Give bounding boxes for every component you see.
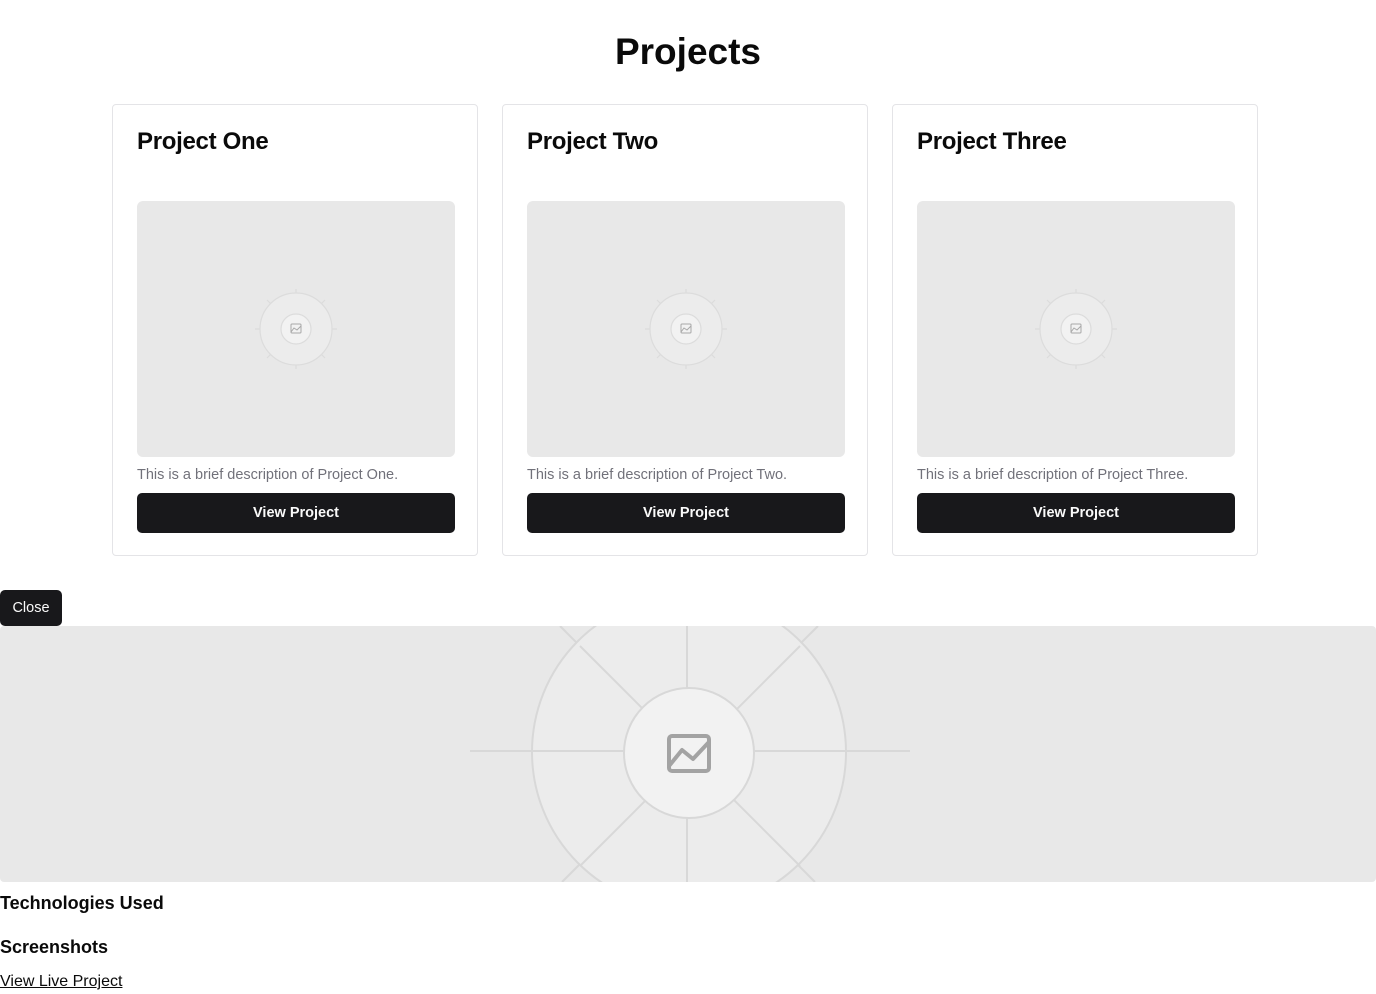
view-live-project-link[interactable]: View Live Project	[0, 971, 122, 993]
close-button[interactable]: Close	[0, 590, 62, 626]
project-card-description: This is a brief description of Project T…	[917, 467, 1189, 483]
project-card-title: Project Two	[527, 128, 658, 155]
image-placeholder-icon	[645, 289, 727, 369]
project-card-image	[137, 201, 455, 457]
project-card: Project One This is a brief description …	[112, 104, 478, 556]
project-card: Project Three This is a brief descriptio…	[892, 104, 1258, 556]
view-project-button[interactable]: View Project	[917, 493, 1235, 533]
screenshots-heading: Screenshots	[0, 937, 109, 957]
project-card-image	[527, 201, 845, 457]
project-cards: Project One This is a brief description …	[112, 104, 1258, 556]
project-card-description: This is a brief description of Project O…	[137, 467, 399, 483]
view-project-button[interactable]: View Project	[527, 493, 845, 533]
project-card: Project Two This is a brief description …	[502, 104, 868, 556]
page-title: Projects	[614, 31, 761, 72]
project-card-title: Project Three	[917, 128, 1067, 155]
project-card-image	[917, 201, 1235, 457]
image-placeholder-icon	[255, 289, 337, 369]
project-card-title: Project One	[137, 128, 269, 155]
technologies-heading: Technologies Used	[0, 893, 164, 913]
project-card-description: This is a brief description of Project T…	[527, 467, 788, 483]
image-placeholder-icon	[1035, 289, 1117, 369]
image-placeholder-icon	[470, 626, 910, 882]
project-detail-image	[0, 626, 1376, 882]
view-project-button[interactable]: View Project	[137, 493, 455, 533]
